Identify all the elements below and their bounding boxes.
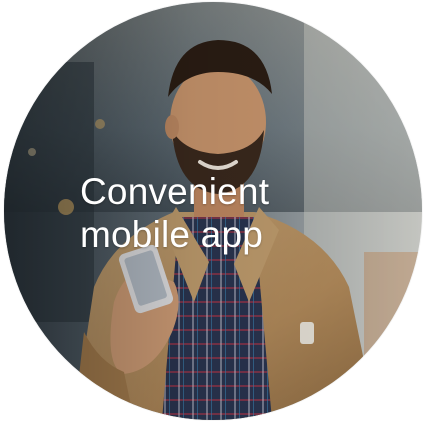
promo-caption: Convenient mobile app xyxy=(80,170,340,256)
caption-line-1: Convenient xyxy=(80,171,270,212)
caption-line-2: mobile app xyxy=(80,214,264,255)
promo-tile-mobile-app[interactable]: Convenient mobile app xyxy=(4,2,422,420)
